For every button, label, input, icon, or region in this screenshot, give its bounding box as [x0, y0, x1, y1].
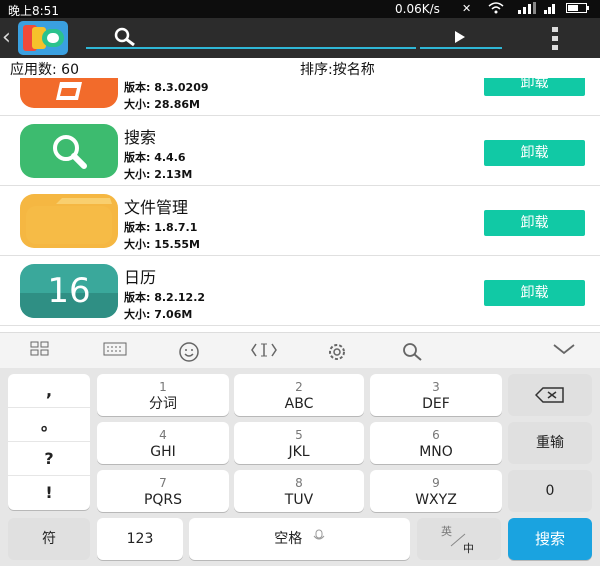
key-6[interactable]: 6 MNO [370, 422, 502, 464]
app-size: 大小: 2.13M [124, 168, 193, 181]
app-size: 大小: 28.86M [124, 98, 200, 111]
keyboard: , 。 ? ! 1 分词 2 ABC 3 DEF 4 GHI 5 JKL 6 M… [0, 368, 600, 566]
punct-key[interactable]: 。 [8, 408, 90, 442]
key-3[interactable]: 3 DEF [370, 374, 502, 416]
info-bar: 应用数: 60 排序:按名称 [0, 58, 600, 78]
key-5[interactable]: 5 JKL [234, 422, 364, 464]
search-field-underline[interactable] [86, 47, 416, 49]
uninstall-button[interactable]: 卸载 [484, 280, 585, 306]
list-item[interactable]: 16 日历 版本: 8.2.12.2 大小: 7.06M 卸载 [0, 256, 600, 326]
back-icon[interactable]: ‹ [2, 24, 18, 52]
punctuation-column: , 。 ? ! [8, 374, 90, 510]
punct-key[interactable]: , [8, 374, 90, 408]
signal-icon [518, 2, 536, 17]
cursor-icon[interactable] [250, 341, 278, 363]
microphone-icon [313, 518, 325, 560]
zero-key[interactable]: 0 [508, 470, 592, 512]
network-speed: 0.06K/s [395, 2, 440, 16]
app-version: 版本: 4.4.6 [124, 151, 186, 164]
grid-icon[interactable] [30, 341, 50, 361]
keyboard-toolbar [0, 332, 600, 368]
punct-key[interactable]: ! [8, 476, 90, 510]
battery-icon [566, 2, 590, 17]
app-name: 搜索 [124, 128, 157, 147]
space-key[interactable]: 空格 [189, 518, 410, 560]
calendar-day: 16 [47, 271, 91, 311]
list-item[interactable]: 搜索 版本: 4.4.6 大小: 2.13M 卸载 [0, 116, 600, 186]
search-app-icon [20, 124, 118, 178]
signal-icon-2 [544, 2, 560, 17]
app-icon [20, 78, 118, 108]
key-8[interactable]: 8 TUV [234, 470, 364, 512]
number-key[interactable]: 123 [97, 518, 183, 560]
search-key[interactable]: 搜索 [508, 518, 592, 560]
wifi-icon [488, 2, 504, 17]
app-version: 版本: 1.8.7.1 [124, 221, 198, 234]
symbol-key[interactable]: 符 [8, 518, 90, 560]
key-7[interactable]: 7 PQRS [97, 470, 229, 512]
list-item[interactable]: 版本: 8.3.0209 大小: 28.86M 卸载 [0, 78, 600, 116]
overflow-menu-icon[interactable] [548, 25, 564, 53]
app-name: 文件管理 [124, 198, 189, 217]
app-name: 日历 [124, 268, 157, 287]
mute-icon: ✕ [462, 2, 472, 15]
punct-key[interactable]: ? [8, 442, 90, 476]
emoji-icon[interactable] [178, 341, 200, 367]
reenter-key[interactable]: 重输 [508, 422, 592, 464]
play-underline [420, 47, 502, 49]
key-4[interactable]: 4 GHI [97, 422, 229, 464]
app-size: 大小: 15.55M [124, 238, 200, 251]
language-switch-key[interactable]: 英 中 [417, 518, 501, 560]
backspace-key[interactable] [508, 374, 592, 416]
app-list: 版本: 8.3.0209 大小: 28.86M 卸载 搜索 版本: 4.4.6 … [0, 78, 600, 332]
keyboard-icon[interactable] [103, 341, 127, 360]
calendar-icon: 16 [20, 264, 118, 318]
app-logo-icon [18, 21, 68, 55]
app-count: 应用数: 60 [10, 62, 79, 78]
sort-order[interactable]: 排序:按名称 [300, 59, 375, 79]
app-version: 版本: 8.2.12.2 [124, 291, 206, 304]
key-1[interactable]: 1 分词 [97, 374, 229, 416]
uninstall-button[interactable]: 卸载 [484, 210, 585, 236]
key-9[interactable]: 9 WXYZ [370, 470, 502, 512]
status-time: 晚上8:51 [8, 4, 59, 18]
play-icon[interactable] [454, 29, 466, 48]
status-bar: 晚上8:51 0.06K/s ✕ [0, 0, 600, 18]
key-2[interactable]: 2 ABC [234, 374, 364, 416]
app-size: 大小: 7.06M [124, 308, 193, 321]
settings-gear-icon[interactable] [326, 341, 348, 367]
app-version: 版本: 8.3.0209 [124, 81, 209, 94]
list-item[interactable]: 文件管理 版本: 1.8.7.1 大小: 15.55M 卸载 [0, 186, 600, 256]
uninstall-button[interactable]: 卸载 [484, 140, 585, 166]
top-toolbar: ‹ [0, 18, 600, 58]
keyboard-search-icon[interactable] [400, 341, 424, 367]
uninstall-button[interactable]: 卸载 [484, 78, 585, 96]
folder-icon [20, 194, 118, 248]
collapse-keyboard-icon[interactable] [552, 341, 576, 360]
